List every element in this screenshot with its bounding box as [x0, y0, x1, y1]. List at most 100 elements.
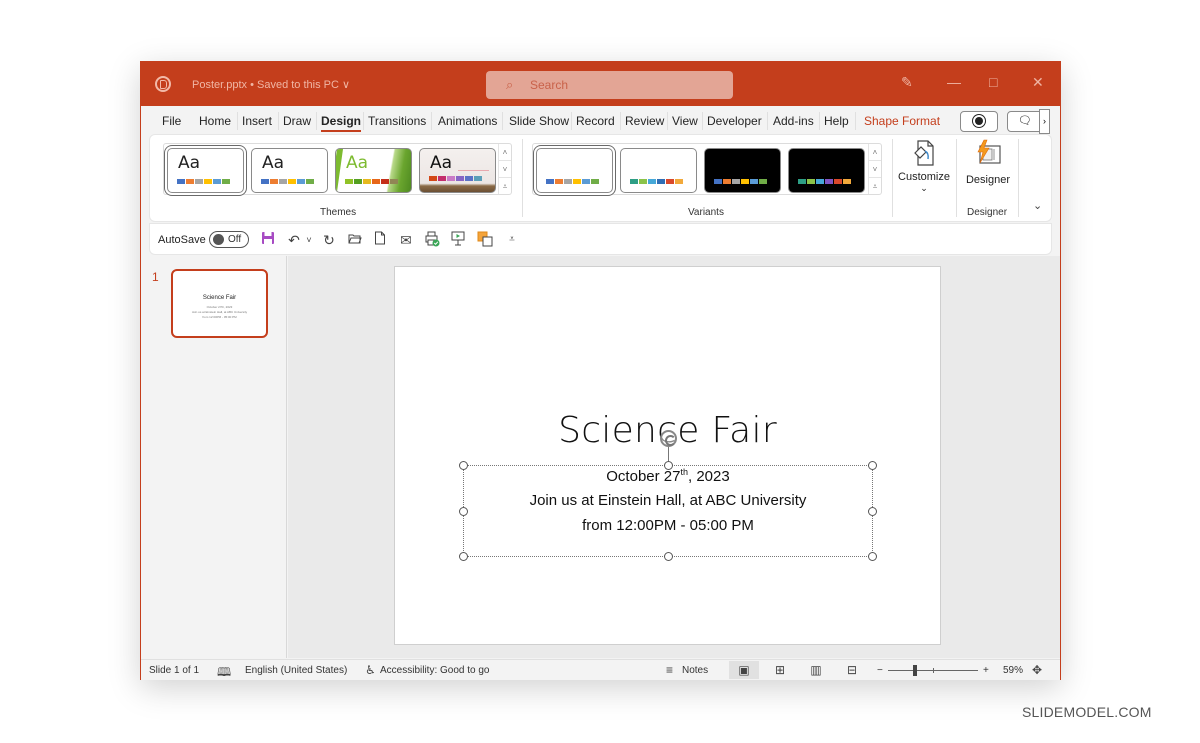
- save-icon[interactable]: [259, 231, 277, 249]
- resize-handle-right[interactable]: [868, 507, 877, 516]
- color-swatch: [591, 179, 599, 184]
- color-swatch: [798, 179, 806, 184]
- tab-add-ins[interactable]: Add-ins: [773, 114, 814, 128]
- zoom-in-button[interactable]: +: [983, 665, 989, 676]
- theme-thumb-wood-type[interactable]: Aa: [419, 148, 496, 193]
- close-button[interactable]: ✕: [1032, 74, 1044, 91]
- scroll-down-icon[interactable]: ˅: [499, 161, 511, 178]
- customize-button[interactable]: Customize ⌄: [896, 137, 952, 199]
- tab-home[interactable]: Home: [199, 114, 231, 128]
- slide-sorter-button[interactable]: ⊞: [765, 661, 795, 679]
- variant-thumb-dark[interactable]: [704, 148, 781, 193]
- customize-toolbar-icon[interactable]: ⩡: [503, 231, 521, 249]
- comments-button[interactable]: 🗨: [1007, 111, 1043, 132]
- undo-dropdown-icon[interactable]: ˅: [300, 231, 318, 249]
- language-indicator[interactable]: English (United States): [245, 665, 347, 676]
- slideshow-button[interactable]: ⊟: [837, 661, 867, 679]
- theme-thumb[interactable]: Aa: [167, 148, 244, 193]
- spelling-check-icon[interactable]: 🕮: [217, 663, 231, 684]
- new-file-icon[interactable]: [371, 231, 389, 249]
- designer-button[interactable]: Designer: [960, 137, 1016, 199]
- fit-to-window-icon[interactable]: ✥: [1032, 663, 1042, 677]
- color-swatch: [555, 179, 563, 184]
- reading-view-button[interactable]: ▥: [801, 661, 831, 679]
- color-swatch: [843, 179, 851, 184]
- resize-handle-bottom-right[interactable]: [868, 552, 877, 561]
- tab-separator: [702, 112, 703, 130]
- pen-icon[interactable]: ✎: [901, 74, 913, 91]
- zoom-out-button[interactable]: −: [877, 665, 883, 676]
- scroll-up-icon[interactable]: ˄: [499, 144, 511, 161]
- resize-handle-bottom-left[interactable]: [459, 552, 468, 561]
- theme-thumb[interactable]: Aa: [251, 148, 328, 193]
- resize-handle-top-left[interactable]: [459, 461, 468, 470]
- search-box[interactable]: ⌕ Search: [486, 71, 733, 99]
- watermark: SLIDEMODEL.COM: [1022, 704, 1152, 720]
- powerpoint-logo-icon: [155, 76, 171, 92]
- tab-draw[interactable]: Draw: [283, 114, 311, 128]
- gallery-more-icon[interactable]: ⩡: [499, 178, 511, 195]
- tab-record[interactable]: Record: [576, 114, 615, 128]
- tab-help[interactable]: Help: [824, 114, 849, 128]
- tab-developer[interactable]: Developer: [707, 114, 762, 128]
- tab-insert[interactable]: Insert: [242, 114, 272, 128]
- slide-thumbnail[interactable]: Science Fair October 27th, 2023 Join us …: [171, 269, 268, 338]
- selected-text-box[interactable]: October 27th, 2023 Join us at Einstein H…: [459, 430, 877, 561]
- themes-group-label: Themes: [320, 207, 357, 218]
- tab-animations[interactable]: Animations: [438, 114, 497, 128]
- color-swatch: [816, 179, 824, 184]
- zoom-slider-thumb[interactable]: [913, 665, 917, 676]
- notes-button[interactable]: Notes: [682, 665, 708, 676]
- slide-editing-pane: Science Fair October 27th, 2023 Join us …: [288, 256, 1060, 658]
- tab-separator: [502, 112, 503, 130]
- tab-view[interactable]: View: [672, 114, 698, 128]
- variant-thumb[interactable]: [536, 148, 613, 193]
- tab-file[interactable]: File: [162, 114, 181, 128]
- thumbnail-line: Join us at Einstein Hall, at ABC Univers…: [191, 310, 248, 314]
- resize-handle-bottom[interactable]: [664, 552, 673, 561]
- collapse-ribbon-icon[interactable]: ⌄: [1033, 199, 1042, 212]
- color-swatch: [714, 179, 722, 184]
- ribbon-more-button[interactable]: ›: [1039, 109, 1050, 134]
- redo-icon[interactable]: ↻: [320, 231, 338, 249]
- color-swatch: [465, 176, 473, 181]
- color-swatch: [363, 179, 371, 184]
- zoom-level[interactable]: 59%: [1003, 665, 1023, 676]
- resize-handle-top[interactable]: [664, 461, 673, 470]
- document-title[interactable]: Poster.pptx • Saved to this PC ∨: [192, 78, 350, 91]
- rotate-handle-icon[interactable]: [660, 430, 677, 447]
- scroll-up-icon[interactable]: ˄: [869, 144, 881, 161]
- copy-layout-icon[interactable]: [476, 231, 494, 251]
- color-swatch: [732, 179, 740, 184]
- variant-thumb-dark[interactable]: [788, 148, 865, 193]
- theme-preview-text: Aa: [430, 153, 453, 173]
- tab-design[interactable]: Design: [321, 114, 362, 132]
- themes-gallery: Aa Aa Aa Aa ˄ ˅ ⩡: [163, 143, 512, 195]
- tab-shape-format[interactable]: Shape Format: [864, 114, 940, 128]
- tab-transitions[interactable]: Transitions: [368, 114, 426, 128]
- variants-group-label: Variants: [688, 207, 724, 218]
- print-preview-icon[interactable]: [423, 231, 441, 251]
- color-swatch: [261, 179, 269, 184]
- record-button[interactable]: [960, 111, 998, 132]
- theme-thumb-facet[interactable]: Aa: [335, 148, 412, 193]
- normal-view-button[interactable]: ▣: [729, 661, 759, 679]
- tab-slide-show[interactable]: Slide Show: [509, 114, 569, 128]
- tab-review[interactable]: Review: [625, 114, 664, 128]
- resize-handle-top-right[interactable]: [868, 461, 877, 470]
- open-folder-icon[interactable]: [346, 231, 364, 249]
- tab-separator: [363, 112, 364, 130]
- gallery-more-icon[interactable]: ⩡: [869, 178, 881, 195]
- slide-canvas[interactable]: Science Fair October 27th, 2023 Join us …: [394, 266, 941, 645]
- resize-handle-left[interactable]: [459, 507, 468, 516]
- accessibility-status[interactable]: Accessibility: Good to go: [380, 665, 490, 676]
- maximize-button[interactable]: □: [989, 74, 997, 90]
- minimize-button[interactable]: —: [947, 74, 961, 90]
- color-swatch: [807, 179, 815, 184]
- email-icon[interactable]: ✉: [397, 231, 415, 249]
- variant-thumb[interactable]: [620, 148, 697, 193]
- scroll-down-icon[interactable]: ˅: [869, 161, 881, 178]
- autosave-toggle[interactable]: Off: [209, 231, 249, 248]
- tab-separator: [316, 112, 317, 130]
- present-icon[interactable]: [449, 231, 467, 251]
